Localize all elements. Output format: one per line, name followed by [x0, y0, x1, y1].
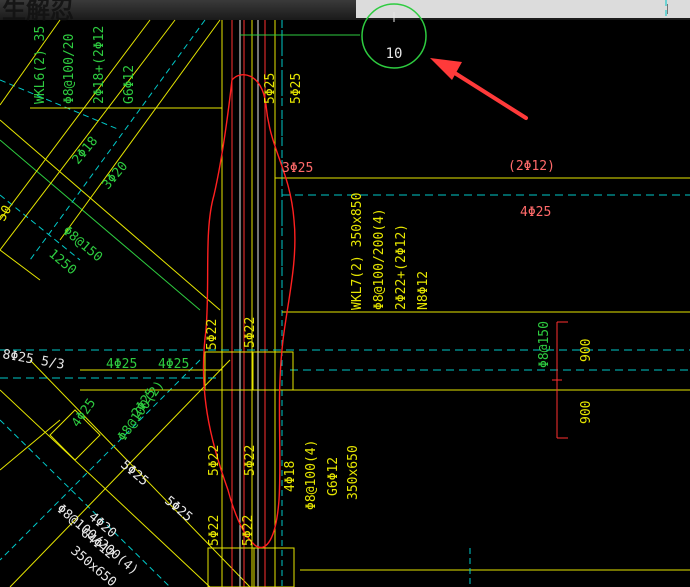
label-d1: 2Φ18 — [70, 134, 102, 168]
label-dia1: 4Φ25 — [69, 396, 99, 430]
label-col4: 5Φ22 — [243, 445, 258, 476]
label-mid-beam2: Φ8@100(4) — [304, 440, 319, 510]
callout-number: 10 — [386, 46, 403, 62]
label-right-top: (2Φ12) — [508, 159, 555, 174]
label-col6: 5Φ22 — [241, 515, 256, 546]
label-d4: 1250 — [45, 247, 79, 279]
label-left3: 4Φ25 — [158, 357, 189, 372]
label-col1: 5Φ22 — [205, 319, 220, 350]
label-col5: 5Φ22 — [207, 515, 222, 546]
label-wkl6-name: WKL6(2) 35 — [33, 26, 48, 104]
label-wkl6-g: G6Φ12 — [122, 65, 137, 104]
label-dim2: 900 — [579, 401, 594, 424]
label-v1: 5Φ25 — [263, 73, 278, 104]
pointer-arrow — [430, 58, 528, 120]
label-wkl7-top: 2Φ22+(2Φ12) — [394, 224, 409, 310]
label-mid-beam4: 350x650 — [346, 445, 361, 500]
label-col2: 5Φ22 — [243, 317, 258, 348]
label-left2: 4Φ25 — [106, 357, 137, 372]
label-wkl7-stirrup: Φ8@100/200(4) — [372, 208, 387, 310]
label-mid-beam1: 4Φ18 — [283, 461, 298, 492]
diagonal-beams — [0, 19, 251, 587]
label-dia3: Φ8@100(2) — [115, 378, 168, 444]
label-dia4: 5Φ25 — [117, 458, 151, 490]
label-wkl6-top: 2Φ18+(2Φ12 — [92, 26, 107, 104]
label-mid-beam3: G6Φ12 — [326, 457, 341, 496]
drawing-canvas[interactable]: 10 WKL6(2) 35 Φ8@100/20 2Φ18+(2Φ12 G6Φ12… — [0, 0, 690, 587]
callout-bubble[interactable]: 10 — [361, 3, 427, 69]
label-dim1: 900 — [579, 339, 594, 362]
label-wkl6-stirrup: Φ8@100/20 — [62, 34, 77, 104]
label-v2: 5Φ25 — [289, 73, 304, 104]
label-wkl7-name: WKL7(2) 350x850 — [350, 193, 365, 310]
label-wkl7-n: N8Φ12 — [416, 271, 431, 310]
label-col3: 5Φ22 — [207, 445, 222, 476]
label-dia5: 5Φ25 — [161, 494, 195, 526]
cad-viewport[interactable]: 生解忍 10 WKL6(2) 35 Φ8@100/20 2Φ18+(2Φ12 G… — [0, 0, 690, 587]
label-d2: 3Φ20 — [100, 159, 132, 193]
annotation-labels: WKL6(2) 35 Φ8@100/20 2Φ18+(2Φ12 G6Φ12 5Φ… — [0, 26, 594, 587]
label-r-stir: Φ8@150 — [537, 321, 552, 368]
dimension-bracket — [552, 321, 568, 439]
label-right-mid: 4Φ25 — [520, 205, 551, 220]
label-d5: 50 — [0, 203, 15, 224]
label-top1: 3Φ25 — [282, 161, 313, 176]
label-left1: 8Φ25 5/3 — [1, 347, 65, 373]
